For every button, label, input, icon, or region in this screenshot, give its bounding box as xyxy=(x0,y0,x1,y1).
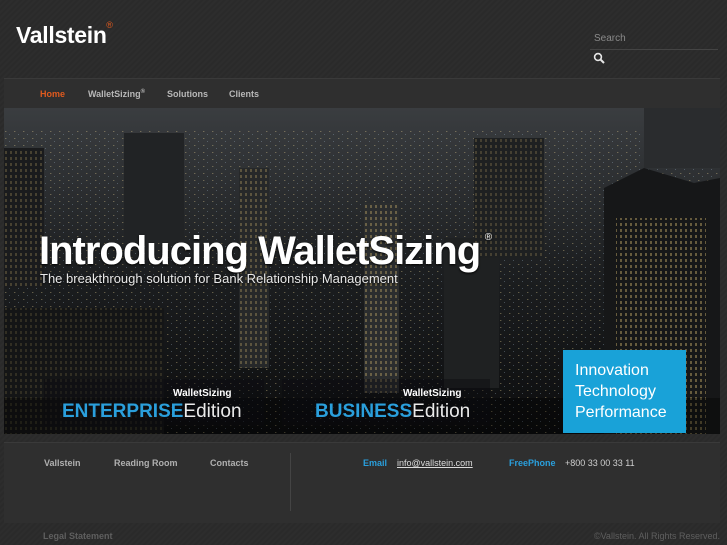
business-kind: BUSINESS xyxy=(315,401,413,422)
copyright: ©Vallstein. All Rights Reserved. xyxy=(593,531,720,541)
hero-title-text: Introducing WalletSizing xyxy=(39,229,481,273)
business-edition-banner[interactable]: WalletSizing BUSINESSEdition xyxy=(282,379,490,426)
enterprise-brand: WalletSizing xyxy=(173,388,232,399)
footer-link-vallstein[interactable]: Vallstein xyxy=(44,458,81,468)
email-link[interactable]: info@vallstein.com xyxy=(397,458,473,468)
tagline-box: Innovation Technology Performance xyxy=(563,350,686,433)
phone-number: +800 33 00 33 11 xyxy=(565,458,635,468)
nav-walletsizing-label: WalletSizing xyxy=(88,89,141,99)
nav-solutions[interactable]: Solutions xyxy=(167,89,208,99)
hero-title: Introducing WalletSizing ® xyxy=(39,229,492,274)
footer: Vallstein Reading Room Contacts Email in… xyxy=(4,442,720,523)
enterprise-edition-banner[interactable]: WalletSizing ENTERPRISEEdition xyxy=(44,379,264,426)
footer-link-reading-room[interactable]: Reading Room xyxy=(114,458,178,468)
main-nav: Home WalletSizing® Solutions Clients xyxy=(4,78,720,109)
legal-statement-link[interactable]: Legal Statement xyxy=(43,531,113,541)
enterprise-kind: ENTERPRISE xyxy=(62,401,184,422)
tagline-line: Technology xyxy=(575,383,656,400)
business-edition: Edition xyxy=(412,401,471,422)
nav-home[interactable]: Home xyxy=(40,89,65,99)
hero-title-reg: ® xyxy=(484,232,492,243)
hero-banner: Introducing WalletSizing ® The breakthrou… xyxy=(4,108,720,434)
search-icon[interactable] xyxy=(593,52,607,66)
enterprise-edition: Edition xyxy=(183,401,242,422)
tagline-line: Innovation xyxy=(575,362,649,379)
email-label: Email xyxy=(363,458,388,468)
footer-link-contacts[interactable]: Contacts xyxy=(210,458,249,468)
tagline-line: Performance xyxy=(575,404,667,421)
logo-registered-mark: ® xyxy=(106,20,113,30)
nav-walletsizing-reg: ® xyxy=(140,89,146,95)
logo-text: Vallstein xyxy=(16,22,107,48)
search-box xyxy=(590,28,718,64)
business-brand: WalletSizing xyxy=(403,388,462,399)
phone-label: FreePhone xyxy=(509,458,556,468)
search-input[interactable] xyxy=(590,28,718,50)
nav-clients[interactable]: Clients xyxy=(229,89,259,99)
footer-divider xyxy=(290,453,291,511)
nav-walletsizing[interactable]: WalletSizing® xyxy=(88,89,145,99)
logo[interactable]: Vallstein ® xyxy=(16,20,113,49)
hero-subtitle: The breakthrough solution for Bank Relat… xyxy=(40,271,398,286)
